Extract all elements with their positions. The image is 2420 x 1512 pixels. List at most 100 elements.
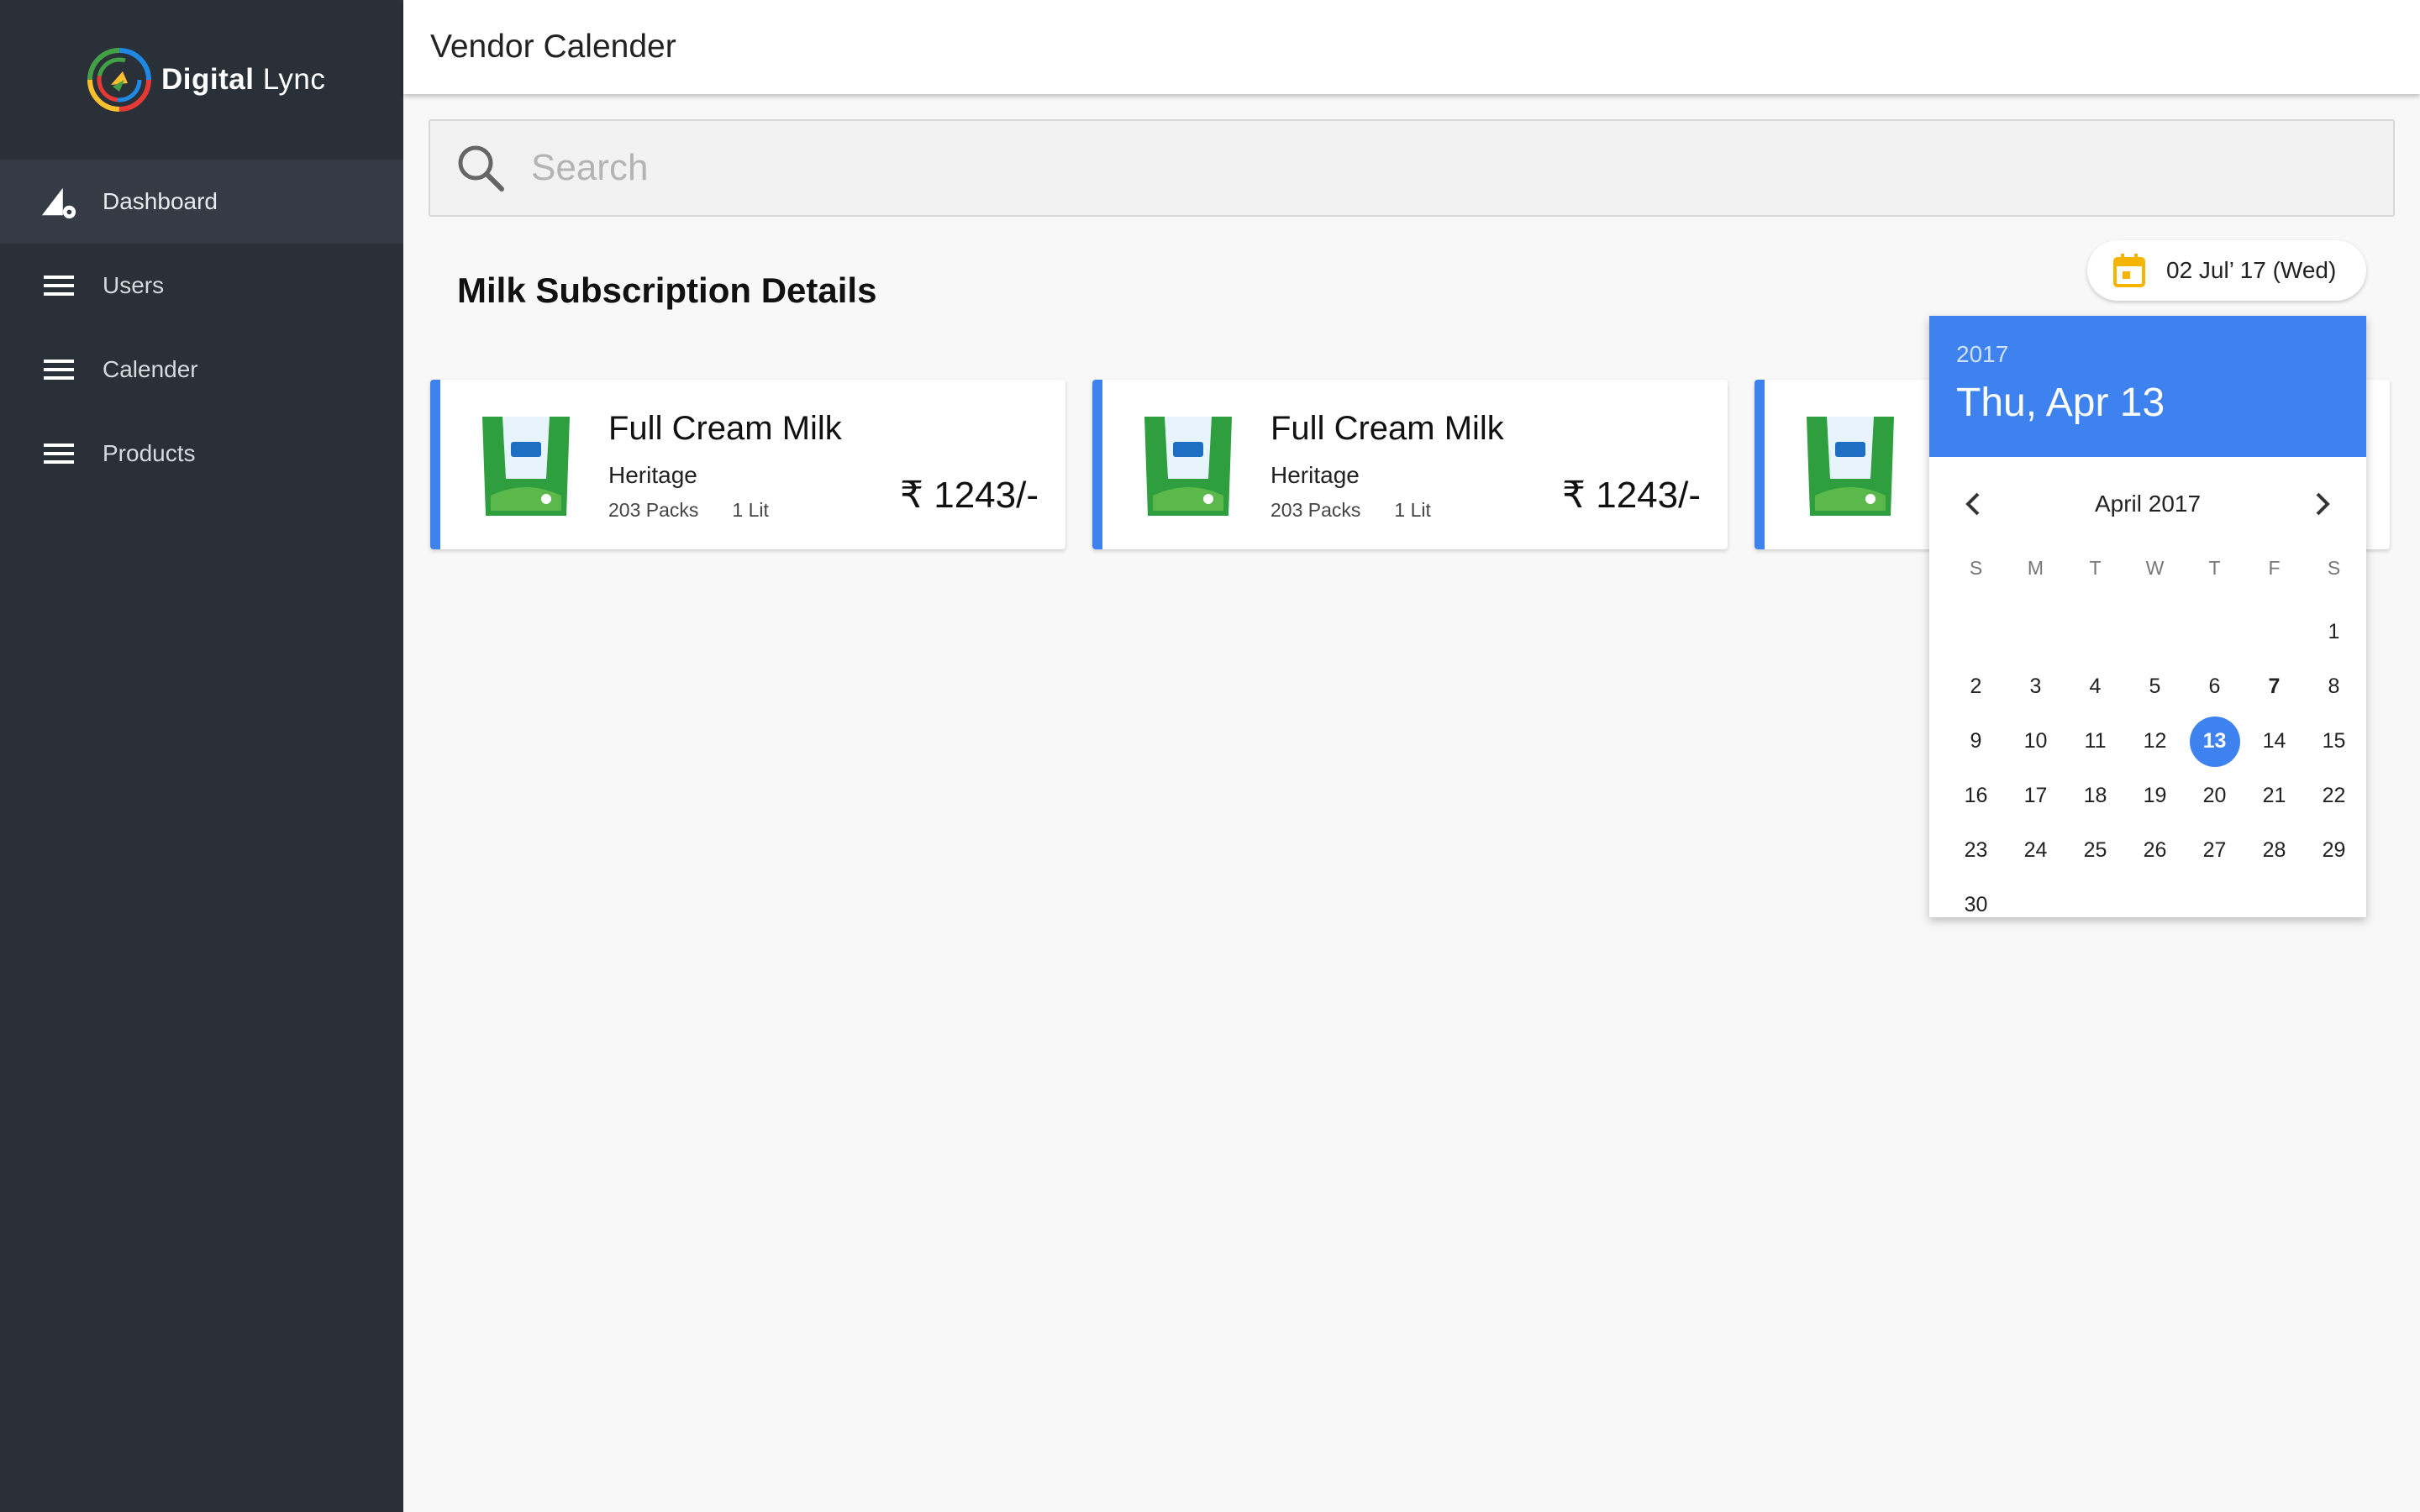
calendar-day-label: 5 bbox=[2149, 675, 2161, 698]
calendar-day-label: 10 bbox=[2023, 729, 2048, 753]
sidebar-item-users[interactable]: Users bbox=[0, 244, 403, 328]
calendar-empty-cell bbox=[1946, 605, 2006, 659]
sidebar-item-calender[interactable]: Calender bbox=[0, 328, 403, 412]
calendar-day-label: 6 bbox=[2208, 675, 2221, 698]
sidebar-item-label: Dashboard bbox=[103, 188, 218, 214]
product-packs: 203 Packs bbox=[1270, 499, 1361, 521]
chevron-left-icon[interactable] bbox=[1963, 491, 1983, 523]
calendar-day-label: 30 bbox=[1964, 893, 1988, 916]
calendar-day-label: 20 bbox=[2202, 784, 2227, 807]
product-brand: Heritage bbox=[1270, 462, 1360, 488]
product-packs: 203 Packs bbox=[608, 499, 699, 521]
calendar-day[interactable]: 29 bbox=[2304, 823, 2364, 878]
calendar-day-label: 1 bbox=[2328, 620, 2340, 643]
calendar-day-label: 23 bbox=[1964, 838, 1988, 862]
menu-icon bbox=[40, 435, 77, 472]
milk-pack-image bbox=[1144, 417, 1232, 516]
calendar-day[interactable]: 3 bbox=[2006, 659, 2065, 714]
chevron-right-icon[interactable] bbox=[2312, 491, 2333, 523]
sidebar-item-label: Products bbox=[103, 440, 196, 466]
calendar-day-label: 29 bbox=[2322, 838, 2346, 862]
calendar-day[interactable]: 25 bbox=[2065, 823, 2125, 878]
product-card[interactable]: Full Cream Milk Heritage 203 Packs 1 Lit … bbox=[1092, 380, 1728, 549]
calendar-day[interactable]: 27 bbox=[2185, 823, 2244, 878]
calendar-day[interactable]: 5 bbox=[2125, 659, 2185, 714]
calendar-day[interactable]: 12 bbox=[2125, 714, 2185, 769]
calendar-empty-cell bbox=[2185, 605, 2244, 659]
product-volume: 1 Lit bbox=[1394, 499, 1431, 521]
weekday-label: F bbox=[2268, 556, 2281, 579]
search-input[interactable] bbox=[531, 147, 2296, 189]
calendar-empty-cell bbox=[2125, 605, 2185, 659]
date-chip-label: 02 Jul’ 17 (Wed) bbox=[2166, 257, 2337, 283]
sidebar-item-products[interactable]: Products bbox=[0, 412, 403, 496]
calendar-day[interactable]: 2 bbox=[1946, 659, 2006, 714]
calendar-day-label: 8 bbox=[2328, 675, 2340, 698]
weekday-label: W bbox=[2145, 556, 2165, 579]
weekday-label: S bbox=[2327, 556, 2341, 579]
calendar-day[interactable]: 18 bbox=[2065, 769, 2125, 823]
product-card[interactable]: Full Cream Milk Heritage 203 Packs 1 Lit … bbox=[430, 380, 1065, 549]
menu-icon bbox=[40, 351, 77, 388]
product-name: Full Cream Milk bbox=[1270, 410, 1504, 447]
calendar-day[interactable]: 13 bbox=[2185, 714, 2244, 769]
milk-pack-image bbox=[482, 417, 570, 516]
calendar-day[interactable]: 1 bbox=[2304, 605, 2364, 659]
calendar-empty-cell bbox=[2006, 605, 2065, 659]
calendar-day[interactable]: 15 bbox=[2304, 714, 2364, 769]
section-title: Milk Subscription Details bbox=[457, 270, 877, 310]
weekday-label: T bbox=[2089, 556, 2102, 579]
sidebar: Digital Lync Dashboard Users Calender Pr… bbox=[0, 0, 403, 1512]
date-picker-popup[interactable]: 2017 Thu, Apr 13 April 2017 SMTWTFS12345… bbox=[1929, 316, 2366, 917]
dashboard-icon bbox=[40, 183, 77, 220]
calendar-day-label: 27 bbox=[2202, 838, 2227, 862]
calendar-day[interactable]: 8 bbox=[2304, 659, 2364, 714]
calendar-day[interactable]: 11 bbox=[2065, 714, 2125, 769]
calendar-day-label: 21 bbox=[2262, 784, 2286, 807]
calendar-day-label: 28 bbox=[2262, 838, 2286, 862]
calendar-day[interactable]: 21 bbox=[2244, 769, 2304, 823]
calendar-day[interactable]: 24 bbox=[2006, 823, 2065, 878]
search-bar[interactable] bbox=[429, 119, 2395, 217]
calendar-day-label: 3 bbox=[2029, 675, 2042, 698]
calendar-day[interactable]: 23 bbox=[1946, 823, 2006, 878]
month-navigation: April 2017 bbox=[1929, 457, 2366, 551]
calendar-day-label: 25 bbox=[2083, 838, 2107, 862]
calendar-day-label: 9 bbox=[1970, 729, 1982, 753]
calendar-day-label: 4 bbox=[2089, 675, 2102, 698]
calendar-day[interactable]: 9 bbox=[1946, 714, 2006, 769]
page-title: Vendor Calender bbox=[430, 29, 676, 65]
calendar-day[interactable]: 26 bbox=[2125, 823, 2185, 878]
calendar-day[interactable]: 28 bbox=[2244, 823, 2304, 878]
calendar-day-label: 13 bbox=[2189, 716, 2240, 767]
calendar-day[interactable]: 10 bbox=[2006, 714, 2065, 769]
date-picker-selected-date: Thu, Apr 13 bbox=[1956, 381, 2165, 425]
calendar-day[interactable]: 30 bbox=[1946, 878, 2006, 932]
brand-logo[interactable]: Digital Lync bbox=[86, 44, 325, 116]
sidebar-item-dashboard[interactable]: Dashboard bbox=[0, 160, 403, 244]
calendar-day-label: 12 bbox=[2143, 729, 2167, 753]
calendar-day[interactable]: 16 bbox=[1946, 769, 2006, 823]
weekday-label: T bbox=[2208, 556, 2221, 579]
calendar-day[interactable]: 6 bbox=[2185, 659, 2244, 714]
date-picker-header: 2017 Thu, Apr 13 bbox=[1929, 316, 2366, 457]
calendar-day[interactable]: 4 bbox=[2065, 659, 2125, 714]
calendar-day[interactable]: 22 bbox=[2304, 769, 2364, 823]
calendar-day[interactable]: 7 bbox=[2244, 659, 2304, 714]
calendar-day[interactable]: 17 bbox=[2006, 769, 2065, 823]
calendar-day[interactable]: 14 bbox=[2244, 714, 2304, 769]
sidebar-item-label: Calender bbox=[103, 356, 198, 382]
calendar-day[interactable]: 19 bbox=[2125, 769, 2185, 823]
product-meta: 203 Packs 1 Lit bbox=[608, 499, 769, 522]
calendar-day-label: 24 bbox=[2023, 838, 2048, 862]
calendar-day-label: 15 bbox=[2322, 729, 2346, 753]
date-picker-year[interactable]: 2017 bbox=[1956, 341, 2339, 368]
weekday-label: S bbox=[1969, 556, 1983, 579]
milk-pack-image bbox=[1807, 417, 1894, 516]
calendar-day-label: 16 bbox=[1964, 784, 1988, 807]
date-selector-button[interactable]: 02 Jul’ 17 (Wed) bbox=[2087, 240, 2366, 301]
product-price: ₹ 1243/- bbox=[1562, 475, 1701, 516]
calendar-day-label: 19 bbox=[2143, 784, 2167, 807]
product-volume: 1 Lit bbox=[732, 499, 769, 521]
calendar-day[interactable]: 20 bbox=[2185, 769, 2244, 823]
